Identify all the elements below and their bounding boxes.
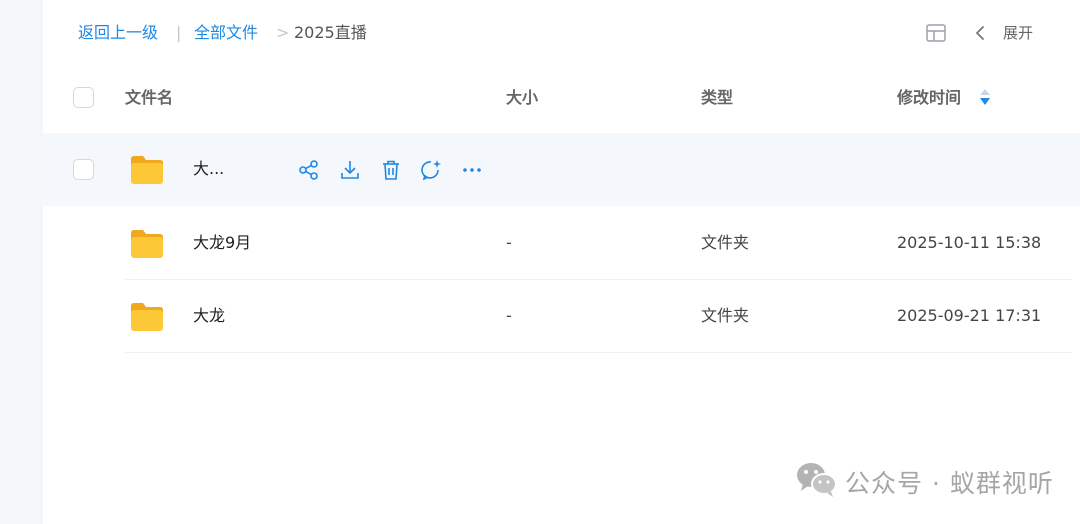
breadcrumb-separator: | — [176, 23, 182, 42]
file-size: - — [506, 233, 512, 252]
column-header-size[interactable]: 大小 — [506, 87, 538, 109]
more-icon[interactable] — [460, 158, 484, 182]
folder-icon — [131, 230, 163, 258]
chevron-left-icon[interactable] — [974, 25, 986, 45]
table-header: 文件名 大小 类型 修改时间 — [43, 66, 1080, 130]
file-type: 文件夹 — [701, 306, 750, 325]
row-checkbox[interactable] — [73, 159, 94, 180]
share-icon[interactable] — [297, 158, 321, 182]
watermark-text: 公众号 · 蚁群视听 — [845, 469, 1054, 498]
file-modified: 2025-10-11 15:38 — [897, 233, 1042, 252]
breadcrumb-current: 2025直播 — [294, 23, 367, 42]
folder-icon — [131, 303, 163, 331]
file-name[interactable]: 大龙9月 — [193, 232, 251, 254]
file-type: 文件夹 — [701, 233, 750, 252]
top-bar: 返回上一级 | 全部文件 > 2025直播 展开 — [43, 0, 1080, 66]
watermark: 公众号 · 蚁群视听 — [795, 460, 1053, 500]
grid-layout-icon[interactable] — [926, 24, 946, 46]
file-name[interactable]: 大... — [193, 158, 224, 180]
comment-icon[interactable] — [419, 158, 443, 182]
file-name[interactable]: 大龙 — [193, 305, 225, 327]
table-row[interactable]: 大龙 - 文件夹 2025-09-21 17:31 — [43, 280, 1080, 353]
expand-button[interactable]: 展开 — [1003, 22, 1033, 44]
breadcrumb-root[interactable]: 全部文件 — [194, 22, 258, 44]
file-size: - — [506, 306, 512, 325]
table-row[interactable]: 大... — [43, 133, 1080, 206]
delete-icon[interactable] — [379, 158, 403, 182]
column-header-type[interactable]: 类型 — [701, 87, 733, 109]
select-all-checkbox[interactable] — [73, 87, 94, 108]
wechat-icon — [797, 463, 837, 497]
breadcrumb-arrow: > — [276, 23, 290, 42]
folder-icon — [131, 156, 163, 184]
file-panel: 返回上一级 | 全部文件 > 2025直播 展开 文件名 大小 类型 修改时间 … — [43, 0, 1080, 524]
table-row[interactable]: 大龙9月 - 文件夹 2025-10-11 15:38 — [43, 207, 1080, 280]
column-header-modified[interactable]: 修改时间 — [897, 87, 961, 109]
back-link[interactable]: 返回上一级 — [78, 22, 158, 44]
file-modified: 2025-09-21 17:31 — [897, 306, 1042, 325]
column-header-name[interactable]: 文件名 — [125, 87, 173, 109]
download-icon[interactable] — [338, 158, 362, 182]
sort-descending-icon[interactable] — [979, 87, 991, 111]
row-divider — [125, 352, 1072, 353]
